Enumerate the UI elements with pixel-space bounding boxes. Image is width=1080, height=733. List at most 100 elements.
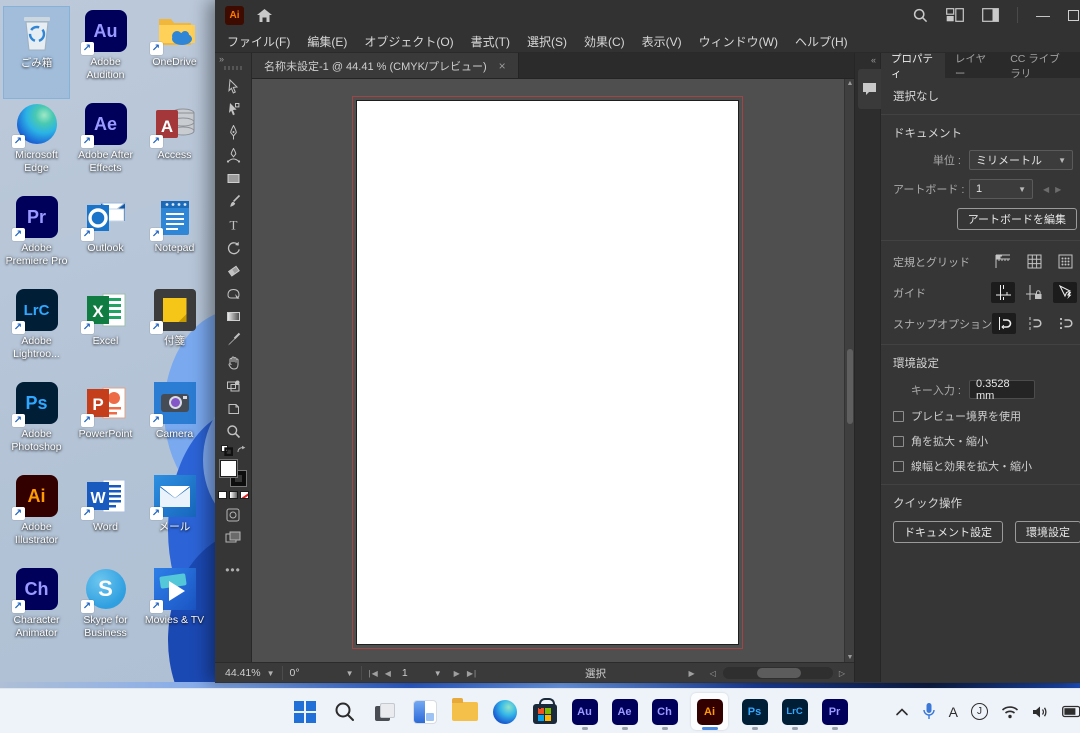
expand-dock-icon[interactable]: » bbox=[219, 54, 223, 64]
gradient-swatch-button[interactable] bbox=[229, 491, 238, 499]
desktop-icon-microsoft-edge[interactable]: ↗ Microsoft Edge bbox=[3, 99, 70, 192]
screen-mode-button[interactable] bbox=[218, 526, 248, 549]
show-pixel-grid-button[interactable] bbox=[1053, 251, 1077, 272]
minimize-icon[interactable]: — bbox=[1036, 7, 1050, 23]
tab-layers[interactable]: レイヤー bbox=[945, 53, 1000, 78]
rotate-tool[interactable] bbox=[218, 236, 248, 259]
hand-tool[interactable] bbox=[218, 351, 248, 374]
artboard-number-value[interactable]: 1 bbox=[402, 667, 408, 679]
desktop-icon-camera[interactable]: ↗ Camera bbox=[141, 378, 208, 471]
document-setup-button[interactable]: ドキュメント設定 bbox=[893, 521, 1003, 543]
battery-icon[interactable] bbox=[1062, 705, 1080, 718]
taskbar-photoshop-button[interactable]: Ps bbox=[741, 695, 768, 729]
collapse-panels-icon[interactable]: « bbox=[871, 55, 875, 65]
desktop-icon-movies-tv[interactable]: ↗ Movies & TV bbox=[141, 564, 208, 657]
prev-artboard-icon[interactable]: ◀ bbox=[385, 669, 392, 678]
desktop-icon-after-effects[interactable]: Ae ↗ Adobe After Effects bbox=[72, 99, 139, 192]
desktop-icon-outlook[interactable]: ↗ Outlook bbox=[72, 192, 139, 285]
paintbrush-tool[interactable] bbox=[218, 190, 248, 213]
key-input-field[interactable]: 0.3528 mm bbox=[969, 380, 1035, 399]
zoom-tool[interactable] bbox=[218, 420, 248, 443]
canvas[interactable]: ▲ ▼ bbox=[252, 78, 854, 662]
show-grid-button[interactable] bbox=[1022, 251, 1046, 272]
gradient-tool[interactable] bbox=[218, 305, 248, 328]
home-button[interactable] bbox=[256, 8, 273, 23]
snap-to-pixel-button[interactable] bbox=[1054, 313, 1078, 334]
desktop-icon-mail[interactable]: ↗ メール bbox=[141, 471, 208, 564]
direct-selection-tool[interactable] bbox=[218, 98, 248, 121]
selection-tool[interactable] bbox=[218, 75, 248, 98]
snap-to-point-button[interactable] bbox=[992, 313, 1016, 334]
artboard-tool[interactable] bbox=[218, 397, 248, 420]
none-swatch-button[interactable] bbox=[240, 491, 249, 499]
scroll-down-icon[interactable]: ▼ bbox=[845, 654, 854, 661]
scroll-up-icon[interactable]: ▲ bbox=[845, 80, 854, 87]
scroll-right-icon[interactable]: ▷ bbox=[839, 669, 846, 678]
edge-button[interactable] bbox=[491, 695, 518, 729]
taskbar-illustrator-button[interactable]: Ai bbox=[691, 693, 728, 730]
comments-panel-button[interactable] bbox=[858, 69, 881, 109]
desktop-icon-onedrive[interactable]: ↗ OneDrive bbox=[141, 6, 208, 99]
desktop-icon-access[interactable]: A ↗ Access bbox=[141, 99, 208, 192]
unit-dropdown[interactable]: ミリメートル ▼ bbox=[969, 150, 1073, 170]
preview-bounds-option[interactable]: プレビュー境界を使用 bbox=[893, 408, 1080, 424]
arrange-documents-icon[interactable] bbox=[982, 8, 999, 22]
rectangle-tool[interactable] bbox=[218, 167, 248, 190]
wifi-icon[interactable] bbox=[1001, 705, 1019, 719]
desktop-icon-word[interactable]: W ↗ Word bbox=[72, 471, 139, 564]
rotation-value[interactable]: 0° bbox=[290, 667, 300, 679]
status-play-icon[interactable]: ▶ bbox=[689, 669, 696, 678]
draw-mode-button[interactable] bbox=[218, 503, 248, 526]
close-icon[interactable]: × bbox=[499, 59, 506, 73]
menu-help[interactable]: ヘルプ(H) bbox=[795, 33, 848, 50]
search-icon[interactable] bbox=[913, 8, 928, 23]
taskbar-search-button[interactable] bbox=[331, 695, 358, 729]
pen-tool[interactable] bbox=[218, 121, 248, 144]
desktop-icon-lightroom-classic[interactable]: LrC ↗ Adobe Lightroo... bbox=[3, 285, 70, 378]
shaper-tool[interactable] bbox=[218, 282, 248, 305]
vertical-scroll-thumb[interactable] bbox=[847, 349, 853, 424]
menu-file[interactable]: ファイル(F) bbox=[227, 33, 290, 50]
smart-guides-button[interactable] bbox=[1053, 282, 1077, 303]
eraser-tool[interactable] bbox=[218, 259, 248, 282]
desktop-icon-photoshop[interactable]: Ps ↗ Adobe Photoshop bbox=[3, 378, 70, 471]
maximize-icon[interactable] bbox=[1068, 10, 1079, 21]
artboard[interactable] bbox=[356, 100, 739, 645]
type-tool[interactable]: T bbox=[218, 213, 248, 236]
fill-stroke-indicator[interactable] bbox=[220, 460, 246, 486]
menu-effect[interactable]: 効果(C) bbox=[584, 33, 625, 50]
curvature-tool[interactable] bbox=[218, 144, 248, 167]
desktop-icon-sticky-notes[interactable]: ↗ 付箋 bbox=[141, 285, 208, 378]
menu-view[interactable]: 表示(V) bbox=[642, 33, 682, 50]
volume-icon[interactable] bbox=[1032, 705, 1049, 719]
desktop-icon-character-animator[interactable]: Ch ↗ Character Animator bbox=[3, 564, 70, 657]
menu-type[interactable]: 書式(T) bbox=[471, 33, 510, 50]
document-tab[interactable]: 名称未設定-1 @ 44.41 % (CMYK/プレビュー) × bbox=[252, 53, 519, 78]
snap-to-grid-button[interactable] bbox=[1023, 313, 1047, 334]
desktop-icon-powerpoint[interactable]: P ↗ PowerPoint bbox=[72, 378, 139, 471]
menu-window[interactable]: ウィンドウ(W) bbox=[699, 33, 778, 50]
taskbar-after-effects-button[interactable]: Ae bbox=[611, 695, 638, 729]
tab-cc-libraries[interactable]: CC ライブラリ bbox=[1000, 53, 1080, 78]
first-artboard-icon[interactable]: |◀ bbox=[369, 669, 379, 678]
dropdown-chevron-icon[interactable]: ▼ bbox=[346, 669, 354, 678]
dropdown-chevron-icon[interactable]: ▼ bbox=[267, 669, 275, 678]
desktop-icon-skype-for-business[interactable]: S ↗ Skype for Business bbox=[72, 564, 139, 657]
menu-edit[interactable]: 編集(E) bbox=[307, 33, 347, 50]
horizontal-scroll-thumb[interactable] bbox=[757, 668, 801, 678]
eyedropper-tool[interactable] bbox=[218, 328, 248, 351]
last-artboard-icon[interactable]: ▶| bbox=[467, 669, 477, 678]
edit-toolbar-button[interactable]: ••• bbox=[225, 563, 241, 577]
symbol-tool[interactable] bbox=[218, 374, 248, 397]
show-guides-button[interactable] bbox=[991, 282, 1015, 303]
dock-grip[interactable] bbox=[224, 66, 242, 70]
tab-properties[interactable]: プロパティ bbox=[881, 53, 945, 78]
artboard-dropdown[interactable]: 1 ▼ bbox=[969, 179, 1033, 199]
color-swatch-button[interactable] bbox=[218, 491, 227, 499]
default-colors-control[interactable] bbox=[221, 443, 246, 457]
menu-select[interactable]: 選択(S) bbox=[527, 33, 567, 50]
start-button[interactable] bbox=[291, 695, 318, 729]
widgets-button[interactable] bbox=[411, 695, 438, 729]
scale-corners-option[interactable]: 角を拡大・縮小 bbox=[893, 433, 1080, 449]
desktop-icon-excel[interactable]: X ↗ Excel bbox=[72, 285, 139, 378]
